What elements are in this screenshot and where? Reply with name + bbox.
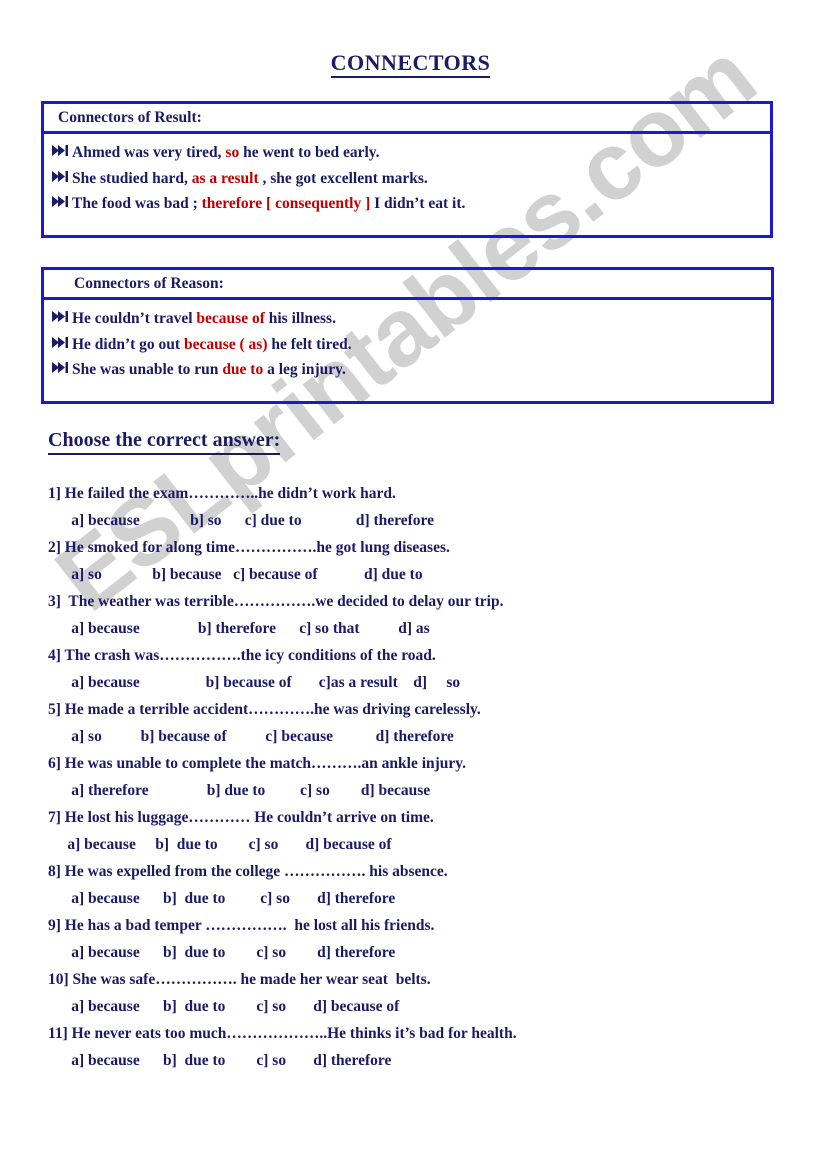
question-stem: 8] He was expelled from the college …………… [48, 863, 448, 880]
question-options[interactable]: a] so b] because of c] because d] theref… [48, 723, 788, 750]
question-options[interactable]: a] because b] so c] due to d] therefore [48, 507, 788, 534]
rule-line: Ahmed was very tired, so he went to bed … [44, 140, 770, 166]
question-item: 10] She was safe……………. he made her wear … [48, 966, 788, 1020]
page-title-text: CONNECTORS [330, 50, 491, 78]
rule-text-before: He couldn’t travel [72, 310, 197, 327]
rule-connector-highlight: due to [222, 361, 264, 378]
question-item: 4] The crash was…………….the icy conditions… [48, 642, 788, 696]
fast-forward-bullet-icon [52, 196, 72, 207]
rule-text-after: , she got excellent marks. [258, 169, 428, 187]
rule-line: She was unable to run due to a leg injur… [44, 357, 771, 383]
rule-text-before: She studied hard, [72, 169, 192, 187]
question-options[interactable]: a] because b] therefore c] so that d] as [48, 615, 788, 642]
box-body: Ahmed was very tired, so he went to bed … [44, 134, 770, 217]
rule-text-after: I didn’t eat it. [370, 195, 466, 212]
rule-line: She studied hard, as a result , she got … [44, 166, 770, 192]
question-item: 9] He has a bad temper ……………. he lost al… [48, 912, 788, 966]
rule-text-after: a leg injury. [263, 361, 346, 378]
question-options[interactable]: a] because b] due to c] so d] therefore [48, 885, 788, 912]
question-item: 1] He failed the exam…………..he didn’t wor… [48, 480, 788, 534]
rule-text-before: She was unable to run [72, 361, 223, 378]
exercise-heading: Choose the correct answer: [48, 429, 281, 455]
question-stem: 2] He smoked for along time…………….he got … [48, 539, 450, 556]
fast-forward-bullet-icon [52, 170, 72, 182]
exercise-heading-text: Choose the correct answer: [48, 429, 281, 455]
worksheet-page: CONNECTORS Connectors of Result: Ahmed w… [0, 0, 821, 1069]
question-options[interactable]: a] therefore b] due to c] so d] because [48, 777, 788, 804]
rule-line: He couldn’t travel because of his illnes… [44, 306, 771, 332]
fast-forward-bullet-icon [52, 336, 72, 348]
question-options[interactable]: a] because b] due to c] so d] therefore [48, 1047, 788, 1074]
connectors-of-reason-box: Connectors of Reason: He couldn’t travel… [41, 267, 774, 404]
question-item: 6] He was unable to complete the match……… [48, 750, 788, 804]
question-stem: 4] The crash was…………….the icy conditions… [48, 647, 436, 664]
rule-connector-highlight: because of [196, 310, 265, 327]
rule-text-after: his illness. [264, 310, 336, 327]
question-options[interactable]: a] because b] because of c]as a result d… [48, 669, 788, 696]
rule-connector-highlight: so [225, 144, 240, 161]
question-item: 7] He lost his luggage………… He couldn’t a… [48, 804, 788, 858]
box-heading: Connectors of Result: [44, 104, 770, 134]
rule-connector-highlight: therefore [ consequently ] [201, 195, 371, 212]
question-list: 1] He failed the exam…………..he didn’t wor… [48, 480, 788, 1074]
question-stem: 3] The weather was terrible…………….we deci… [48, 593, 504, 610]
rule-text-before: Ahmed was very tired, [72, 144, 226, 161]
question-stem: 5] He made a terrible accident………….he wa… [48, 701, 481, 718]
question-options[interactable]: a] because b] due to c] so d] therefore [48, 939, 788, 966]
rule-line: The food was bad ; therefore [ consequen… [44, 191, 770, 217]
question-options[interactable]: a] because b] due to c] so d] because of [48, 993, 788, 1020]
question-item: 11] He never eats too much………………..He thi… [48, 1020, 788, 1074]
rule-text-before: The food was bad ; [72, 195, 202, 212]
question-item: 8] He was expelled from the college …………… [48, 858, 788, 912]
question-stem: 10] She was safe……………. he made her wear … [48, 971, 431, 988]
fast-forward-bullet-icon [52, 311, 72, 322]
question-options[interactable]: a] because b] due to c] so d] because of [48, 831, 788, 858]
rule-connector-highlight: as a result [191, 169, 259, 187]
question-item: 2] He smoked for along time…………….he got … [48, 534, 788, 588]
rule-text-after: he felt tired. [267, 335, 352, 353]
rule-line: He didn’t go out because ( as) he felt t… [44, 332, 771, 358]
question-item: 5] He made a terrible accident………….he wa… [48, 696, 788, 750]
question-stem: 9] He has a bad temper ……………. he lost al… [48, 917, 435, 934]
box-body: He couldn’t travel because of his illnes… [44, 300, 771, 383]
connectors-of-result-box: Connectors of Result: Ahmed was very tir… [41, 101, 773, 238]
question-stem: 7] He lost his luggage………… He couldn’t a… [48, 809, 434, 826]
question-item: 3] The weather was terrible…………….we deci… [48, 588, 788, 642]
page-title: CONNECTORS [0, 0, 821, 78]
fast-forward-bullet-icon [52, 362, 72, 373]
fast-forward-bullet-icon [52, 145, 72, 156]
question-stem: 1] He failed the exam…………..he didn’t wor… [48, 485, 396, 502]
question-stem: 11] He never eats too much………………..He thi… [48, 1025, 517, 1042]
question-stem: 6] He was unable to complete the match……… [48, 755, 467, 772]
rule-text-after: he went to bed early. [239, 144, 380, 161]
rule-connector-highlight: because ( as) [183, 335, 268, 353]
question-options[interactable]: a] so b] because c] because of d] due to [48, 561, 788, 588]
box-heading: Connectors of Reason: [44, 270, 771, 300]
rule-text-before: He didn’t go out [72, 335, 184, 353]
